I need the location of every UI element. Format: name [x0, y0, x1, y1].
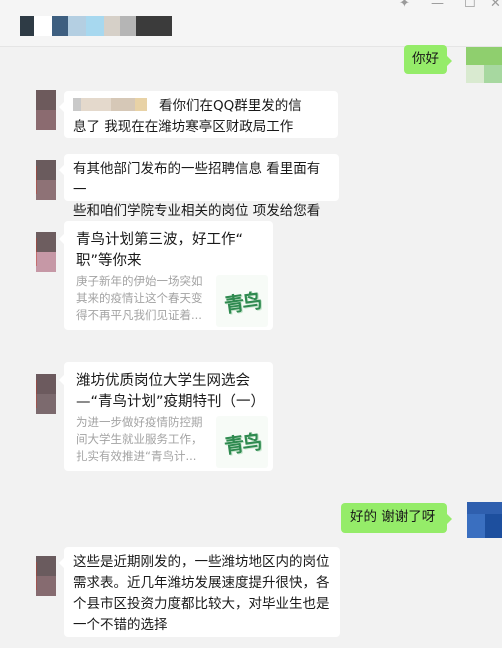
- contact-avatar[interactable]: [36, 374, 56, 414]
- card-thumbnail-logo: 青鸟: [216, 416, 268, 468]
- message-bubble-mine[interactable]: 你好: [404, 45, 452, 74]
- message-line: 个县市区投资力度都比较大，对毕业生也是: [73, 596, 330, 612]
- message-bubble-mine[interactable]: 好的 谢谢了呀: [341, 503, 452, 533]
- redacted-block: [73, 98, 81, 111]
- redacted-block: [111, 98, 135, 111]
- message-bubble-contact[interactable]: 看你们在QQ群里发的信 息了 我现在在潍坊寒亭区财政局工作: [59, 91, 338, 138]
- logo-text: 青鸟: [222, 429, 262, 458]
- card-description-line: 扎实有效推进“青鸟计...: [76, 449, 197, 463]
- maximize-icon[interactable]: ☐: [464, 0, 476, 10]
- message-text: 好的 谢谢了呀: [350, 509, 436, 525]
- contact-avatar[interactable]: [36, 556, 56, 596]
- message-line: 一个不错的选择: [73, 617, 168, 633]
- message-line: 看你们在QQ群里发的信: [73, 96, 329, 117]
- card-title: —“青鸟计划”疫期特刊（一）: [76, 394, 266, 410]
- chat-title-redacted: [20, 16, 172, 36]
- my-avatar[interactable]: [466, 47, 502, 83]
- article-card[interactable]: 青鸟计划第三波，好工作“ 职”等你来 庚子新年的伊始一场突如 其来的疫情让这个春…: [59, 221, 273, 330]
- logo-text: 青鸟: [222, 288, 262, 317]
- my-avatar[interactable]: [467, 502, 502, 538]
- message-bubble-contact[interactable]: 有其他部门发布的一些招聘信息 看里面有一 些和咱们学院专业相关的岗位 项发给您看…: [59, 154, 339, 240]
- chat-header: ✦ — ☐ ✕: [0, 0, 502, 46]
- redacted-block: [135, 98, 147, 111]
- message-line: 这些是近期刚发的，一些潍坊地区内的岗位: [73, 554, 330, 570]
- pin-icon[interactable]: ✦: [399, 0, 410, 10]
- message-line: 需求表。近几年潍坊发展速度提升很快，各: [73, 575, 330, 591]
- card-description-line: 庚子新年的伊始一场突如: [76, 274, 203, 288]
- message-text: 你好: [412, 51, 439, 67]
- card-description: 庚子新年的伊始一场突如 其来的疫情让这个春天变 得不再平凡我们见证着...: [76, 273, 206, 324]
- message-line: 息了 我现在在潍坊寒亭区财政局工作: [73, 119, 294, 135]
- contact-avatar[interactable]: [36, 160, 56, 200]
- contact-avatar[interactable]: [36, 232, 56, 272]
- card-thumbnail-logo: 青鸟: [216, 275, 268, 327]
- minimize-icon[interactable]: —: [431, 0, 444, 10]
- card-title: 职”等你来: [76, 253, 142, 269]
- card-description-line: 间大学生就业服务工作，: [76, 432, 203, 446]
- redacted-block: [81, 98, 111, 111]
- message-text: 看你们在QQ群里发的信: [159, 98, 302, 114]
- card-description-line: 为进一步做好疫情防控期: [76, 415, 203, 429]
- contact-avatar[interactable]: [36, 90, 56, 130]
- message-line: 有其他部门发布的一些招聘信息 看里面有一: [73, 161, 321, 198]
- message-bubble-contact[interactable]: 这些是近期刚发的，一些潍坊地区内的岗位 需求表。近几年潍坊发展速度提升很快，各 …: [59, 547, 340, 637]
- card-description-line: 其来的疫情让这个春天变: [76, 291, 203, 305]
- redacted-block: [147, 98, 159, 111]
- card-description-line: 得不再平凡我们见证着...: [76, 308, 202, 322]
- card-title: 潍坊优质岗位大学生网选会: [76, 373, 250, 389]
- card-description: 为进一步做好疫情防控期 间大学生就业服务工作， 扎实有效推进“青鸟计...: [76, 414, 206, 465]
- close-icon[interactable]: ✕: [490, 0, 501, 10]
- article-card[interactable]: 潍坊优质岗位大学生网选会 —“青鸟计划”疫期特刊（一） 为进一步做好疫情防控期 …: [59, 362, 273, 471]
- card-title: 青鸟计划第三波，好工作“: [76, 232, 244, 248]
